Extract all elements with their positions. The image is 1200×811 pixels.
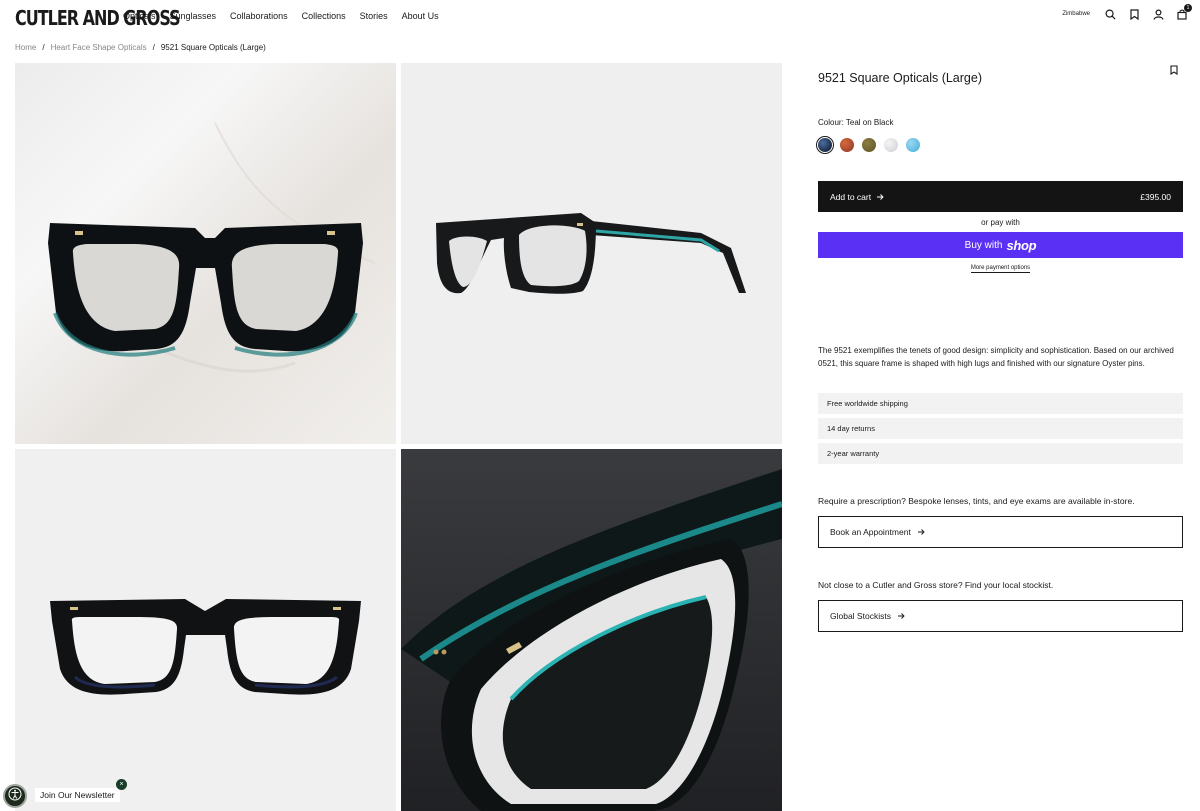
arrow-right-icon (917, 527, 925, 537)
nav-about-us[interactable]: About Us (402, 11, 439, 21)
bookmark-icon[interactable] (1128, 8, 1140, 20)
perk-warranty: 2-year warranty (818, 443, 1183, 464)
colour-swatches (816, 136, 920, 154)
book-appointment-button[interactable]: Book an Appointment (818, 516, 1183, 548)
shop-logo: shop (1006, 237, 1037, 253)
product-image-detail[interactable] (401, 449, 782, 811)
breadcrumb-separator: / (152, 43, 155, 52)
product-image-front-grey[interactable] (15, 449, 396, 811)
colour-label: Colour: Teal on Black (818, 118, 893, 127)
nav-stories[interactable]: Stories (360, 11, 388, 21)
glasses-detail-illustration (401, 469, 782, 811)
breadcrumb: Home / Heart Face Shape Opticals / 9521 … (15, 43, 266, 52)
breadcrumb-separator: / (42, 43, 45, 52)
header-actions: Zimbabwe 1 (1062, 4, 1192, 20)
nav-collections[interactable]: Collections (302, 11, 346, 21)
nav-opticals[interactable]: Opticals (123, 11, 156, 21)
product-image-side[interactable] (401, 63, 782, 444)
prescription-text: Require a prescription? Bespoke lenses, … (818, 496, 1135, 506)
swatch-teal-on-black[interactable] (816, 136, 834, 154)
or-pay-with-text: or pay with (981, 218, 1020, 227)
breadcrumb-home[interactable]: Home (15, 43, 36, 52)
product-description: The 9521 exemplifies the tenets of good … (818, 346, 1174, 368)
main-nav: Opticals Sunglasses Collaborations Colle… (123, 11, 439, 21)
swatch-olive[interactable] (862, 138, 876, 152)
accessibility-button[interactable] (3, 784, 27, 808)
region-selector[interactable]: Zimbabwe (1062, 11, 1090, 17)
newsletter-close-icon[interactable]: × (116, 779, 127, 790)
product-title: 9521 Square Opticals (Large) (818, 71, 982, 85)
colour-value: Teal on Black (845, 118, 894, 127)
glasses-front-illustration (48, 122, 376, 373)
shop-pay-button[interactable]: Buy with shop (818, 232, 1183, 258)
stockist-text: Not close to a Cutler and Gross store? F… (818, 580, 1054, 590)
buy-with-label: Buy with (964, 239, 1003, 251)
arrow-right-icon (897, 611, 905, 621)
breadcrumb-category[interactable]: Heart Face Shape Opticals (51, 43, 147, 52)
bag-icon[interactable]: 1 (1176, 4, 1192, 20)
swatch-crystal[interactable] (884, 138, 898, 152)
newsletter-tab[interactable]: Join Our Newsletter (35, 788, 120, 802)
site-header: CUTLER AND GROSS Opticals Sunglasses Col… (0, 0, 1200, 32)
nav-collaborations[interactable]: Collaborations (230, 11, 288, 21)
glasses-front-clear-illustration (50, 599, 361, 695)
swatch-light-blue[interactable] (906, 138, 920, 152)
more-payment-options-link[interactable]: More payment options (970, 265, 1031, 273)
book-appointment-label: Book an Appointment (830, 527, 911, 537)
product-image-front-marble[interactable] (15, 63, 396, 444)
perk-shipping: Free worldwide shipping (818, 393, 1183, 414)
price: £395.00 (1140, 191, 1171, 202)
perk-returns: 14 day returns (818, 418, 1183, 439)
global-stockists-button[interactable]: Global Stockists (818, 600, 1183, 632)
global-stockists-label: Global Stockists (830, 611, 891, 621)
nav-sunglasses[interactable]: Sunglasses (170, 11, 217, 21)
wishlist-bookmark-icon[interactable] (1170, 62, 1178, 80)
arrow-right-icon (877, 192, 884, 202)
search-icon[interactable] (1104, 8, 1116, 20)
account-icon[interactable] (1152, 8, 1164, 20)
swatch-tortoise[interactable] (840, 138, 854, 152)
colour-label-text: Colour: (818, 118, 844, 127)
more-payment-options: More payment options (818, 265, 1183, 273)
add-to-cart-button[interactable]: Add to cart £395.00 (818, 181, 1183, 212)
cart-count-badge: 1 (1184, 4, 1192, 12)
add-to-cart-label-group: Add to cart (830, 192, 884, 202)
glasses-side-illustration (436, 213, 746, 294)
accessibility-icon (8, 787, 22, 806)
breadcrumb-current: 9521 Square Opticals (Large) (160, 43, 266, 52)
add-to-cart-label: Add to cart (830, 191, 872, 202)
